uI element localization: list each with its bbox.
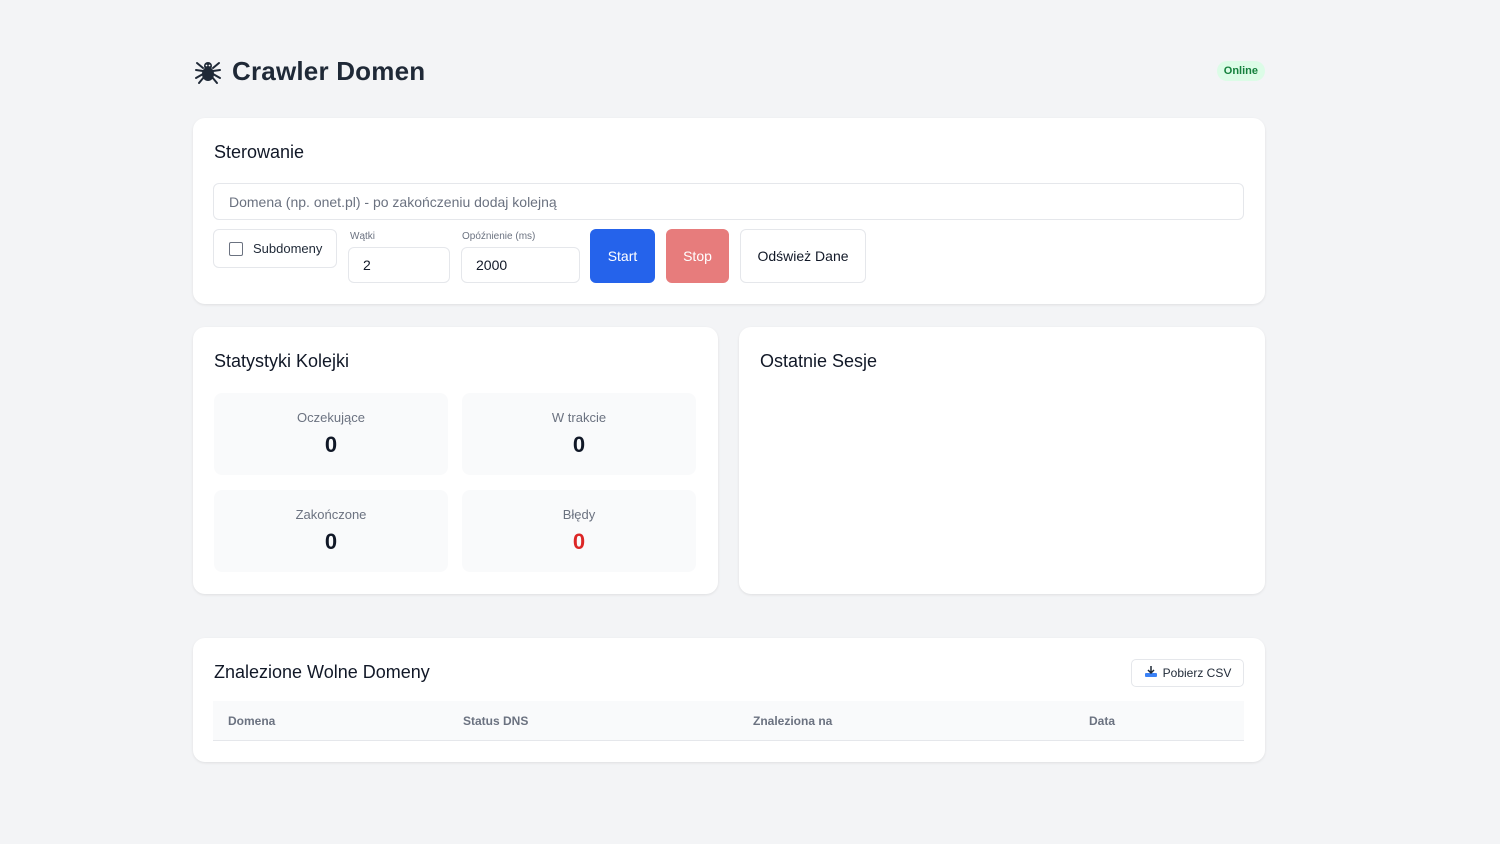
stat-completed: Zakończone 0 (214, 490, 448, 572)
download-csv-label: Pobierz CSV (1162, 666, 1232, 680)
threads-label: Wątki (350, 231, 375, 242)
control-title: Sterowanie (214, 142, 305, 162)
stat-label: W trakcie (551, 410, 607, 425)
queue-stats-panel: Statystyki Kolejki Oczekujące 0 W trakci… (193, 327, 718, 594)
page-header: Crawler Domen Online (193, 52, 1265, 90)
stats-title: Statystyki Kolejki (214, 351, 350, 371)
sessions-title: Ostatnie Sesje (760, 351, 878, 371)
download-csv-button[interactable]: Pobierz CSV (1131, 659, 1244, 687)
stop-button[interactable]: Stop (666, 229, 729, 283)
threads-input[interactable] (348, 247, 450, 283)
domains-title: Znalezione Wolne Domeny (214, 662, 430, 682)
stat-value: 0 (324, 432, 338, 457)
control-panel: Sterowanie Subdomeny Wątki Opóźnienie (m… (193, 118, 1265, 304)
domain-input[interactable] (213, 183, 1244, 220)
free-domains-panel: Znalezione Wolne Domeny Pobierz CSV Dome… (193, 638, 1265, 762)
column-header-dns-status: Status DNS (463, 714, 529, 728)
stat-value: 0 (324, 529, 338, 554)
delay-label: Opóźnienie (ms) (462, 231, 536, 242)
subdomains-checkbox[interactable] (229, 241, 243, 256)
spider-icon (193, 56, 223, 86)
stat-pending: Oczekujące 0 (214, 393, 448, 475)
status-badge: Online (1216, 61, 1265, 81)
refresh-button[interactable]: Odśwież Dane (740, 229, 866, 283)
delay-input[interactable] (461, 247, 580, 283)
subdomains-label: Subdomeny (253, 241, 323, 256)
stat-in-progress: W trakcie 0 (462, 393, 696, 475)
stat-errors: Błędy 0 (462, 490, 696, 572)
stat-label: Błędy (562, 507, 596, 522)
stat-label: Zakończone (295, 507, 367, 522)
column-header-domain: Domena (228, 714, 276, 728)
brand: Crawler Domen (193, 56, 425, 87)
column-header-date: Data (1089, 714, 1116, 728)
stat-value: 0 (572, 432, 586, 457)
stat-value: 0 (572, 529, 586, 554)
stat-label: Oczekujące (297, 410, 365, 425)
start-button[interactable]: Start (590, 229, 655, 283)
recent-sessions-panel: Ostatnie Sesje (739, 327, 1265, 594)
domains-table-header: Domena Status DNS Znaleziona na Data (213, 701, 1244, 741)
subdomains-toggle[interactable]: Subdomeny (213, 229, 337, 268)
column-header-found-on: Znaleziona na (753, 714, 833, 728)
app-title: Crawler Domen (232, 55, 426, 86)
download-icon (1144, 665, 1158, 681)
